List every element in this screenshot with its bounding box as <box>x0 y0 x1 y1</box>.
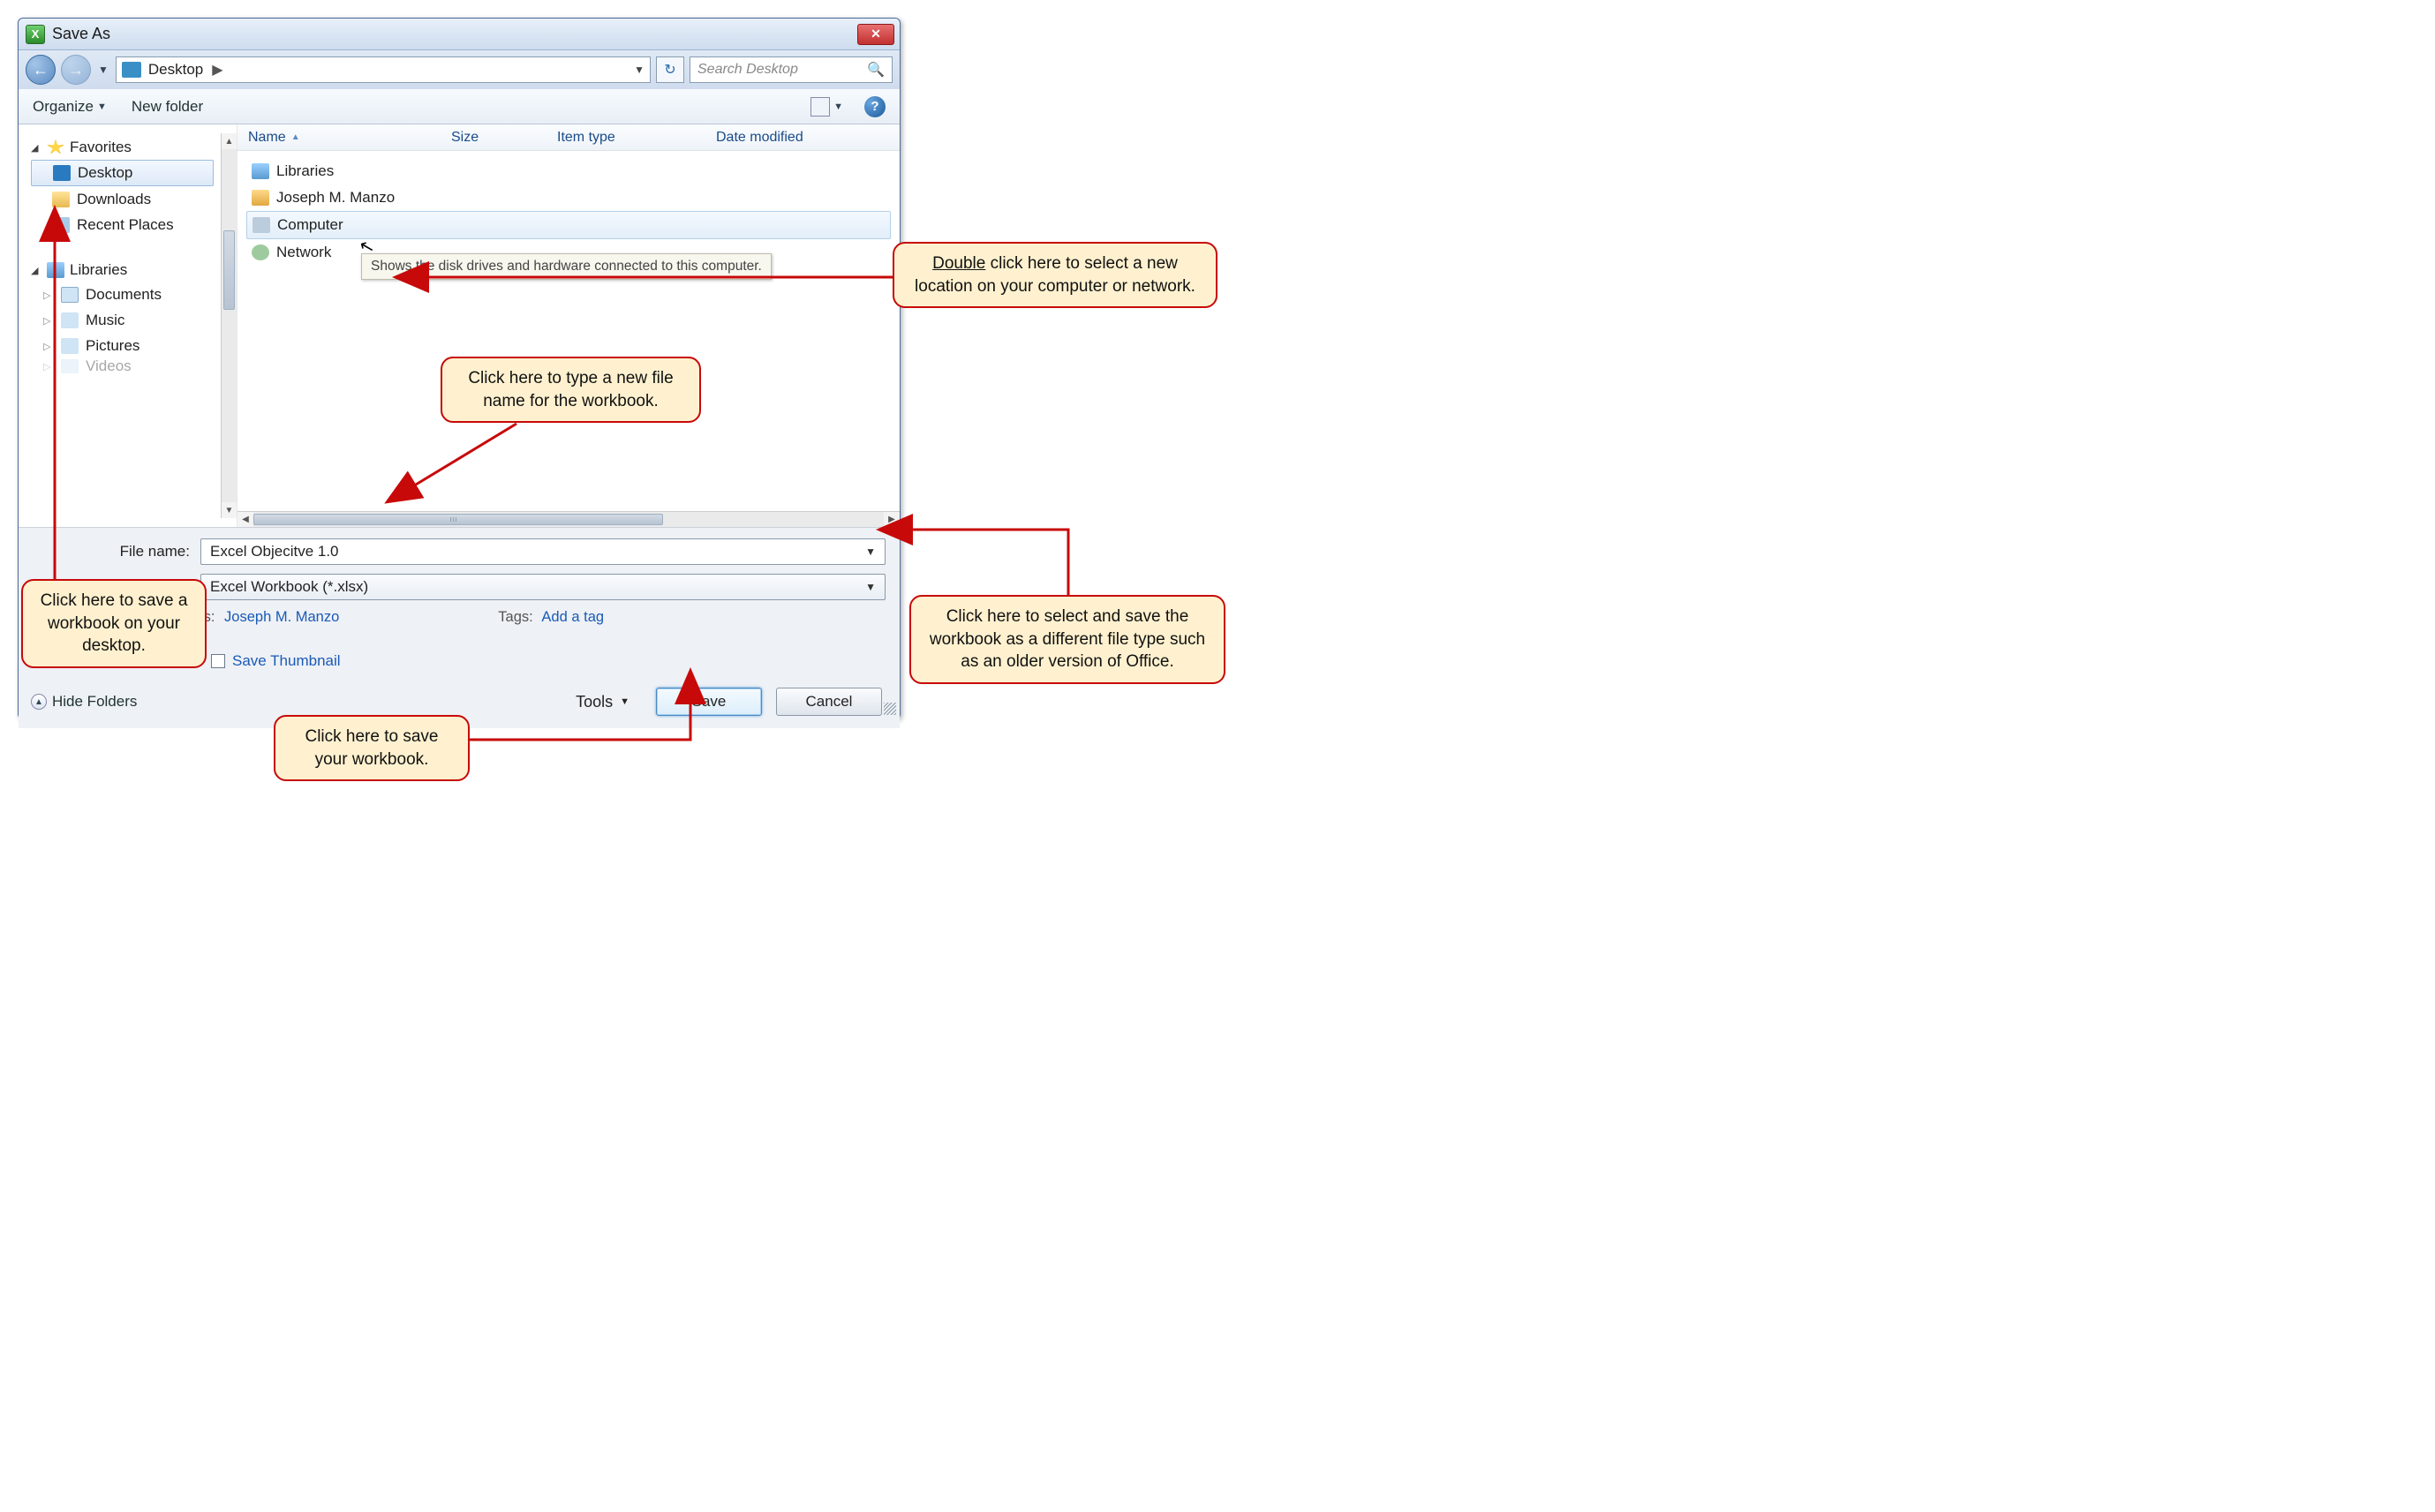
scroll-thumb[interactable] <box>253 514 663 525</box>
column-header-type[interactable]: Item type <box>547 130 705 146</box>
file-list: Libraries Joseph M. Manzo Computer Netwo… <box>237 151 900 511</box>
excel-icon: X <box>26 25 45 44</box>
file-item-computer[interactable]: Computer <box>246 211 891 239</box>
address-text: Desktop <box>148 61 203 79</box>
desktop-icon <box>53 165 71 181</box>
expand-icon <box>43 290 54 301</box>
sidebar-item-pictures[interactable]: Pictures <box>31 334 214 358</box>
collapse-icon <box>31 265 41 276</box>
computer-icon <box>253 217 270 233</box>
libraries-group[interactable]: Libraries <box>31 261 221 279</box>
sidebar-item-downloads[interactable]: Downloads <box>31 187 214 212</box>
search-input[interactable]: Search Desktop 🔍 <box>690 56 893 83</box>
refresh-icon: ↻ <box>664 61 675 79</box>
file-item-libraries[interactable]: Libraries <box>246 158 891 184</box>
filename-label: File name: <box>33 543 200 560</box>
scroll-left-icon[interactable]: ◀ <box>237 512 253 527</box>
sidebar-item-desktop[interactable]: Desktop <box>31 160 214 186</box>
dropdown-icon[interactable]: ▼ <box>865 581 876 593</box>
scroll-down-icon[interactable]: ▼ <box>222 502 237 518</box>
callout-computer: Double click here to select a new locati… <box>893 242 1218 308</box>
expand-icon <box>43 315 54 327</box>
desktop-icon <box>122 62 141 78</box>
sidebar-item-recent-places[interactable]: Recent Places <box>31 213 214 237</box>
search-placeholder: Search Desktop <box>697 62 867 78</box>
address-dropdown-icon[interactable]: ▼ <box>634 64 645 76</box>
dropdown-icon[interactable]: ▼ <box>865 545 876 558</box>
new-folder-button[interactable]: New folder <box>132 98 203 116</box>
view-options-icon[interactable] <box>810 97 830 117</box>
address-bar[interactable]: Desktop ▶ ▼ <box>116 56 651 83</box>
callout-save: Click here to save your workbook. <box>274 715 470 781</box>
expand-icon <box>43 361 54 372</box>
resize-grip-icon[interactable] <box>884 703 896 715</box>
pictures-icon <box>61 338 79 354</box>
column-header-size[interactable]: Size <box>441 130 547 146</box>
checkbox-icon <box>211 654 225 668</box>
star-icon <box>47 139 64 155</box>
user-folder-icon <box>252 190 269 206</box>
hide-folders-button[interactable]: ▲ Hide Folders <box>31 693 137 711</box>
libraries-icon <box>47 262 64 278</box>
sort-ascending-icon: ▲ <box>291 132 300 142</box>
callout-desktop: Click here to save a workbook on your de… <box>21 579 207 668</box>
help-button[interactable]: ? <box>864 96 886 117</box>
refresh-button[interactable]: ↻ <box>656 56 684 83</box>
file-item-user[interactable]: Joseph M. Manzo <box>246 184 891 211</box>
organize-button[interactable]: Organize ▼ <box>33 98 107 116</box>
chevron-down-icon: ▼ <box>620 696 629 707</box>
music-icon <box>61 312 79 328</box>
forward-button[interactable]: → <box>61 55 91 85</box>
sidebar-scrollbar[interactable]: ▲ ▼ <box>221 133 237 518</box>
callout-filename: Click here to type a new file name for t… <box>441 357 701 423</box>
sidebar-item-documents[interactable]: Documents <box>31 282 214 307</box>
tags-field[interactable]: Tags: Add a tag <box>498 609 604 626</box>
network-icon <box>252 244 269 260</box>
chevron-down-icon: ▼ <box>97 102 107 112</box>
videos-icon <box>61 359 79 373</box>
scroll-thumb[interactable] <box>223 230 235 310</box>
favorites-group[interactable]: Favorites <box>31 139 221 156</box>
libraries-icon <box>252 163 269 179</box>
navigation-sidebar: Favorites Desktop Downloads Recent Place… <box>19 124 237 527</box>
column-header-date[interactable]: Date modified <box>705 130 900 146</box>
callout-savetype: Click here to select and save the workbo… <box>909 595 1225 684</box>
column-headers: Name ▲ Size Item type Date modified <box>237 124 900 151</box>
scroll-up-icon[interactable]: ▲ <box>222 133 237 149</box>
sidebar-item-videos[interactable]: Videos <box>31 359 214 373</box>
toolbar: Organize ▼ New folder ▼ ? <box>19 89 900 124</box>
navigation-bar: ← → ▼ Desktop ▶ ▼ ↻ Search Desktop 🔍 <box>19 50 900 89</box>
search-icon: 🔍 <box>867 61 885 79</box>
expand-icon <box>43 341 54 352</box>
collapse-up-icon: ▲ <box>31 694 47 710</box>
tools-button[interactable]: Tools ▼ <box>576 693 629 711</box>
save-thumbnail-checkbox[interactable]: Save Thumbnail <box>211 652 886 670</box>
breadcrumb-arrow-icon[interactable]: ▶ <box>212 61 222 79</box>
recent-places-icon <box>52 217 70 233</box>
scroll-right-icon[interactable]: ▶ <box>884 512 900 527</box>
view-options-dropdown[interactable]: ▼ <box>833 102 843 112</box>
cancel-button[interactable]: Cancel <box>776 688 882 716</box>
close-icon: ✕ <box>871 26 881 41</box>
column-header-name[interactable]: Name ▲ <box>237 130 441 146</box>
horizontal-scrollbar[interactable]: ◀ ▶ <box>237 511 900 527</box>
titlebar: X Save As ✕ <box>19 19 900 50</box>
documents-icon <box>61 287 79 303</box>
savetype-dropdown[interactable]: Excel Workbook (*.xlsx) ▼ <box>200 574 886 600</box>
collapse-icon <box>31 142 41 154</box>
folder-icon <box>52 192 70 207</box>
filename-input[interactable]: Excel Objecitve 1.0 ▼ <box>200 538 886 565</box>
file-list-pane: Name ▲ Size Item type Date modified Libr… <box>237 124 900 527</box>
save-button[interactable]: Save <box>656 688 762 716</box>
history-dropdown[interactable]: ▼ <box>96 64 110 76</box>
window-title: Save As <box>52 25 110 43</box>
close-button[interactable]: ✕ <box>857 24 894 45</box>
back-button[interactable]: ← <box>26 55 56 85</box>
main-area: Favorites Desktop Downloads Recent Place… <box>19 124 900 527</box>
tooltip: Shows the disk drives and hardware conne… <box>361 253 772 280</box>
sidebar-item-music[interactable]: Music <box>31 308 214 333</box>
